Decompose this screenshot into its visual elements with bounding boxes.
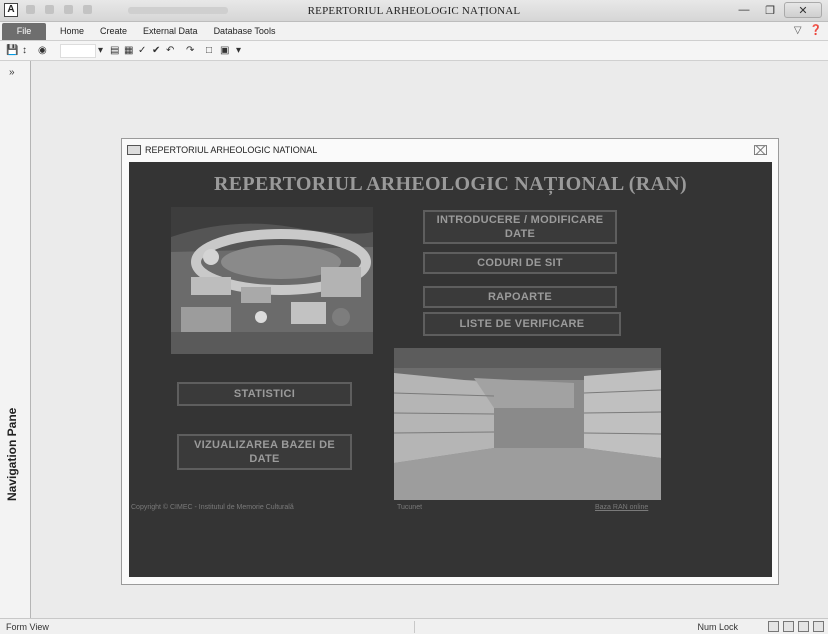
main-menu-form: REPERTORIUL ARHEOLOGIC NATIONAL ⌧ REPERT… <box>121 138 779 585</box>
customize-qat-icon[interactable]: ▾ <box>236 45 241 56</box>
open-icon[interactable]: ▣ <box>220 45 229 56</box>
tab-home[interactable]: Home <box>60 26 84 36</box>
form-title-bar: REPERTORIUL ARHEOLOGIC NATIONAL ⌧ <box>122 139 778 161</box>
form-icon <box>127 145 141 155</box>
introducere-modificare-button[interactable]: INTRODUCERE / MODIFICARE DATE <box>423 210 617 244</box>
stone-walls-photo <box>394 348 661 500</box>
window-controls: — ❐ ✕ <box>732 2 822 18</box>
help-icon[interactable]: ❓ <box>810 25 822 36</box>
form-close-icon[interactable]: ⌧ <box>753 143 768 159</box>
minimize-ribbon-icon[interactable]: ▽ <box>794 25 802 36</box>
rapoarte-button[interactable]: RAPOARTE <box>423 286 617 308</box>
chart-icon[interactable]: ↕ <box>22 45 27 56</box>
form-view-icon[interactable] <box>768 621 779 632</box>
redo-icon[interactable]: ↷ <box>186 45 194 56</box>
status-separator <box>414 621 415 633</box>
navigation-pane-label[interactable]: Navigation Pane <box>5 408 19 501</box>
nav-pane-toggle-icon[interactable]: » <box>9 67 15 78</box>
view-switcher <box>768 621 824 632</box>
restore-icon[interactable]: ❐ <box>758 2 782 18</box>
status-view-text: Form View <box>6 622 49 632</box>
table-icon[interactable]: ▦ <box>124 45 133 56</box>
navigation-pane[interactable]: » Navigation Pane <box>0 61 31 618</box>
coduri-de-sit-button[interactable]: CODURI DE SIT <box>423 252 617 274</box>
toolbar-combo[interactable] <box>60 44 96 58</box>
copyright-text: Copyright © CIMEC - Institutul de Memori… <box>131 504 294 511</box>
design-view-icon[interactable] <box>813 621 824 632</box>
tab-create[interactable]: Create <box>100 26 127 36</box>
datasheet-view-icon[interactable] <box>783 621 794 632</box>
binoculars-icon[interactable]: ◉ <box>38 45 47 56</box>
save-icon[interactable]: 💾 <box>6 45 18 56</box>
window-title: REPERTORIUL ARHEOLOGIC NAȚIONAL <box>307 5 521 17</box>
ribbon-tab-list: Home Create External Data Database Tools <box>60 26 275 36</box>
footer-middle-text: Tucunet <box>397 504 423 511</box>
tab-file[interactable]: File <box>2 23 46 40</box>
ribbon-right-controls: ▽ ❓ <box>794 25 822 36</box>
tab-external-data[interactable]: External Data <box>143 26 198 36</box>
form-body: REPERTORIUL ARHEOLOGIC NAȚIONAL (RAN) IN… <box>129 162 772 577</box>
dropdown-arrow-icon[interactable]: ▾ <box>98 45 103 56</box>
check-icon[interactable]: ✔ <box>152 45 160 56</box>
form-window-title: REPERTORIUL ARHEOLOGIC NATIONAL <box>145 145 318 155</box>
layout-view-icon[interactable] <box>798 621 809 632</box>
status-bar: Form View Num Lock <box>0 618 828 634</box>
spelling-icon[interactable]: ✓ <box>138 45 146 56</box>
ribbon-tabs: File Home Create External Data Database … <box>0 22 828 41</box>
new-icon[interactable]: □ <box>206 45 212 56</box>
statistici-button[interactable]: STATISTICI <box>177 382 352 406</box>
num-lock-indicator: Num Lock <box>697 622 738 632</box>
title-bar: A REPERTORIUL ARHEOLOGIC NAȚIONAL — ❐ ✕ <box>0 0 828 22</box>
minimize-icon[interactable]: — <box>732 2 756 18</box>
excavation-photo <box>171 207 373 354</box>
close-icon[interactable]: ✕ <box>784 2 822 18</box>
baza-ran-online-link[interactable]: Baza RAN online <box>595 504 648 511</box>
undo-icon[interactable]: ↶ <box>166 45 174 56</box>
tab-database-tools[interactable]: Database Tools <box>214 26 276 36</box>
quick-access-toolbar: 💾 ↕ ◉ ▾ ▤ ▦ ✓ ✔ ↶ ↷ □ ▣ ▾ <box>0 41 828 61</box>
vizualizarea-bazei-button[interactable]: VIZUALIZAREA BAZEI DE DATE <box>177 434 352 470</box>
form-heading: REPERTORIUL ARHEOLOGIC NAȚIONAL (RAN) <box>214 173 687 195</box>
liste-de-verificare-button[interactable]: LISTE DE VERIFICARE <box>423 312 621 336</box>
form-icon[interactable]: ▤ <box>110 45 119 56</box>
